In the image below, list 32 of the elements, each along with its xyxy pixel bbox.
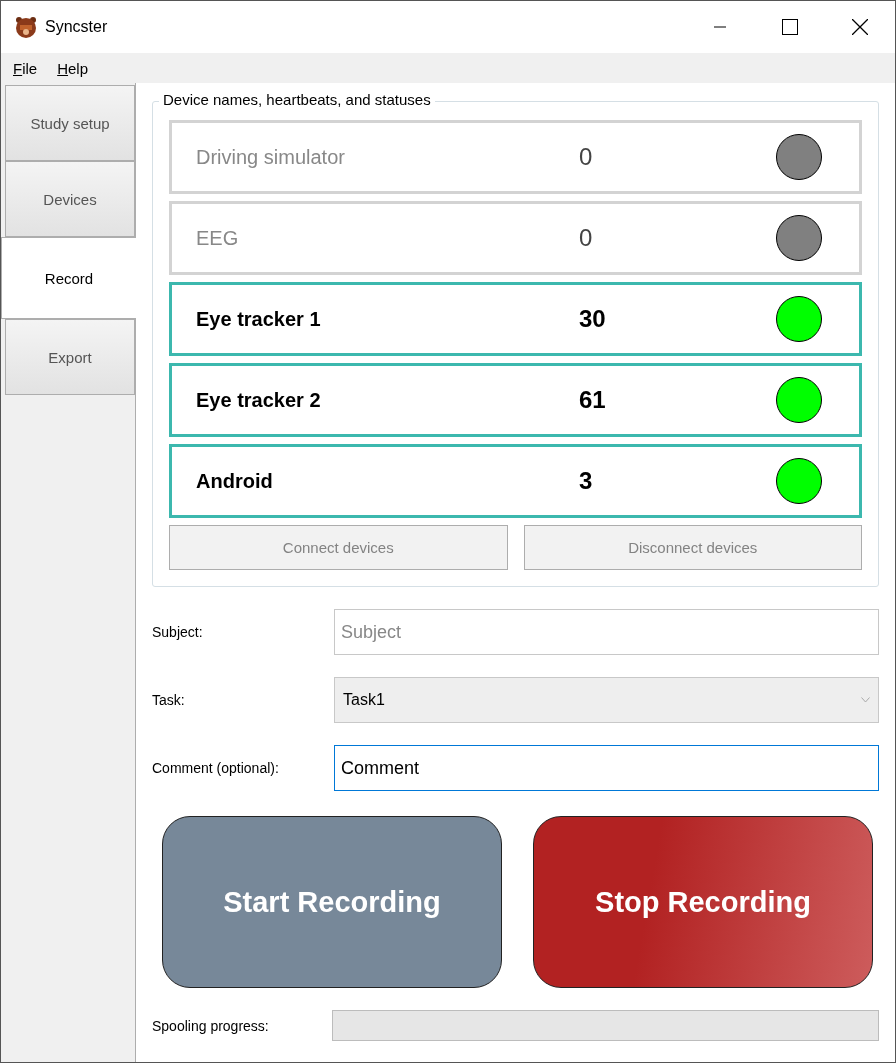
tab[interactable]: Export xyxy=(5,319,135,395)
field-label: Subject: xyxy=(152,624,204,640)
chevron-down-icon xyxy=(861,697,870,703)
progress-label: Spooling progress: xyxy=(152,1017,270,1034)
heartbeat-count: 0 xyxy=(579,224,593,252)
minimize-icon xyxy=(714,26,726,28)
heartbeat-count: 61 xyxy=(579,386,606,414)
heartbeat-count: 0 xyxy=(579,143,593,171)
record-button[interactable]: Start Recording xyxy=(162,816,502,988)
menu-item[interactable]: Help xyxy=(51,59,95,77)
device-name: Eye tracker 1 xyxy=(196,307,322,331)
record-button[interactable]: Stop Recording xyxy=(533,816,873,988)
maximize-icon xyxy=(782,19,798,35)
field-label: Comment (optional): xyxy=(152,760,280,776)
device-name: EEG xyxy=(196,226,240,250)
device-name: Eye tracker 2 xyxy=(196,388,322,412)
task-dropdown[interactable]: Task1 xyxy=(334,677,879,723)
field-label: Task: xyxy=(152,692,186,708)
comment-field[interactable]: Comment xyxy=(334,745,879,791)
menu-item[interactable]: File xyxy=(7,59,44,77)
device-name: Android xyxy=(196,469,274,493)
tab[interactable]: Study setup xyxy=(5,85,135,161)
tab[interactable]: Devices xyxy=(5,161,135,237)
heartbeat-count: 30 xyxy=(579,305,606,333)
close-icon xyxy=(852,19,868,35)
group-title: Device names, heartbeats, and statuses xyxy=(159,91,435,108)
heartbeat-count: 3 xyxy=(579,467,593,495)
subject-field[interactable]: Subject xyxy=(334,609,879,655)
window-title: Syncster xyxy=(45,18,109,36)
bear-icon xyxy=(15,16,37,38)
tab[interactable]: Record xyxy=(1,237,136,319)
device-name: Driving simulator xyxy=(196,145,346,169)
